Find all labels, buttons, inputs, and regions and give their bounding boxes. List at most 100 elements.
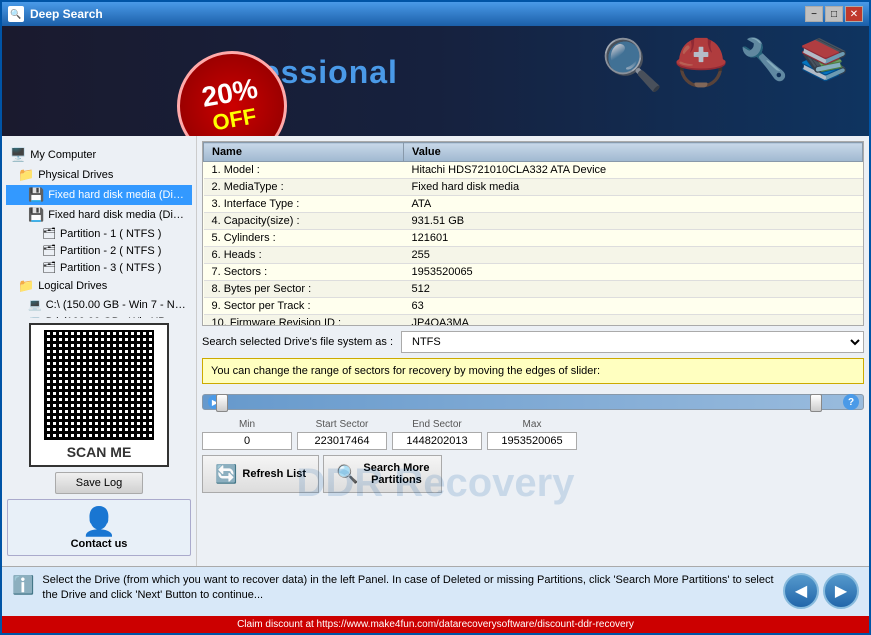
table-row: 10. Firmware Revision ID :JP4OA3MA — [204, 315, 863, 327]
left-panel: 🖥️ My Computer 📁 Physical Drives 💾 Fixed… — [2, 136, 197, 566]
cell-name: 1. Model : — [204, 162, 404, 179]
navigation-arrows: ◀ ▶ — [783, 573, 859, 609]
filesystem-select[interactable]: NTFSFAT32FAT16exFAT — [401, 331, 864, 353]
maximize-button[interactable]: □ — [825, 6, 843, 22]
table-row: 3. Interface Type :ATA — [204, 196, 863, 213]
titlebar-title: Deep Search — [30, 7, 805, 21]
cell-value: JP4OA3MA — [404, 315, 863, 327]
partition2-label: Partition - 2 ( NTFS ) — [60, 245, 161, 257]
cell-name: 9. Sector per Track : — [204, 298, 404, 315]
cell-name: 5. Cylinders : — [204, 230, 404, 247]
titlebar-icon: 🔍 — [8, 6, 24, 22]
tree-node-partition2[interactable]: 🗂 Partition - 2 ( NTFS ) — [6, 242, 192, 259]
sector-field-min: Min — [202, 419, 292, 450]
tree-node-partition1[interactable]: 🗂 Partition - 1 ( NTFS ) — [6, 225, 192, 242]
action-buttons: 🔄 Refresh List 🔍 Search More Partitions — [202, 455, 864, 493]
tree-node-disk0-label: Fixed hard disk media (Disk0 - 93 — [48, 189, 188, 201]
cell-name: 4. Capacity(size) : — [204, 213, 404, 230]
info-icon: ℹ️ — [12, 575, 34, 596]
start-sector-label: Start Sector — [316, 419, 369, 430]
min-input[interactable] — [202, 432, 292, 450]
minimize-button[interactable]: − — [805, 6, 823, 22]
status-bar: ℹ️ Select the Drive (from which you want… — [2, 566, 869, 616]
sector-range-info: You can change the range of sectors for … — [202, 358, 864, 384]
qr-code-box: SCAN ME — [29, 323, 169, 467]
forward-arrow-button[interactable]: ▶ — [823, 573, 859, 609]
filesystem-row: Search selected Drive's file system as :… — [202, 331, 864, 353]
header-banner: DRfessional & Mighty 20% OFF 🔍 ⛑️ 🔧 📚 — [2, 26, 869, 136]
back-arrow-button[interactable]: ◀ — [783, 573, 819, 609]
cell-value: 512 — [404, 281, 863, 298]
table-row: 6. Heads :255 — [204, 247, 863, 264]
slider-track[interactable]: ▶ — [202, 394, 864, 410]
cell-name: 7. Sectors : — [204, 264, 404, 281]
search-more-label: Search More Partitions — [363, 462, 429, 486]
cell-value: 121601 — [404, 230, 863, 247]
table-row: 5. Cylinders :121601 — [204, 230, 863, 247]
contact-us-label: Contact us — [71, 538, 128, 550]
max-label: Max — [523, 419, 542, 430]
info-table-wrapper[interactable]: Name Value 1. Model :Hitachi HDS721010CL… — [202, 141, 864, 326]
table-row: 1. Model :Hitachi HDS721010CLA332 ATA De… — [204, 162, 863, 179]
slider-info-button[interactable]: ? — [843, 394, 859, 410]
magnifier-icon: 🔍 — [601, 36, 663, 95]
cell-value: ATA — [404, 196, 863, 213]
tree-node-c[interactable]: 💻 C:\ (150.00 GB - Win 7 - NTFS) — [6, 296, 192, 313]
tree-node-partition3[interactable]: 🗂 Partition - 3 ( NTFS ) — [6, 259, 192, 276]
close-button[interactable]: ✕ — [845, 6, 863, 22]
tree-section-logical[interactable]: 📁 Logical Drives — [6, 276, 192, 296]
column-header-value: Value — [404, 143, 863, 162]
sector-range-text: You can change the range of sectors for … — [211, 365, 600, 377]
tree-root-mycomputer[interactable]: 🖥️ My Computer — [6, 145, 192, 165]
right-panel: Name Value 1. Model :Hitachi HDS721010CL… — [197, 136, 869, 566]
save-log-button[interactable]: Save Log — [55, 472, 143, 494]
cell-name: 8. Bytes per Sector : — [204, 281, 404, 298]
cell-name: 10. Firmware Revision ID : — [204, 315, 404, 327]
tree-section-physical[interactable]: 📁 Physical Drives — [6, 165, 192, 185]
table-row: 2. MediaType :Fixed hard disk media — [204, 179, 863, 196]
end-sector-label: End Sector — [412, 419, 461, 430]
helmet-icon: ⛑️ — [673, 36, 729, 95]
logical-drives-label: Logical Drives — [38, 280, 107, 292]
qr-code-image — [44, 330, 154, 440]
contact-us-box[interactable]: 👤 Contact us — [7, 499, 191, 556]
file-tree[interactable]: 🖥️ My Computer 📁 Physical Drives 💾 Fixed… — [2, 141, 196, 318]
refresh-list-label: Refresh List — [242, 468, 306, 480]
physical-drives-label: Physical Drives — [38, 169, 113, 181]
cell-value: 1953520065 — [404, 264, 863, 281]
info-table: Name Value 1. Model :Hitachi HDS721010CL… — [203, 142, 863, 326]
cell-value: Hitachi HDS721010CLA332 ATA Device — [404, 162, 863, 179]
titlebar-buttons: − □ ✕ — [805, 6, 863, 22]
tree-node-disk0[interactable]: 💾 Fixed hard disk media (Disk0 - 93 — [6, 185, 192, 205]
sector-slider-area: ▶ ? — [202, 394, 864, 410]
status-text: Select the Drive (from which you want to… — [42, 573, 775, 604]
max-input[interactable] — [487, 432, 577, 450]
min-label: Min — [239, 419, 255, 430]
partition1-label: Partition - 1 ( NTFS ) — [60, 228, 161, 240]
partition3-label: Partition - 3 ( NTFS ) — [60, 262, 161, 274]
search-more-icon: 🔍 — [336, 464, 358, 485]
left-panel-bottom: SCAN ME Save Log 👤 Contact us — [2, 318, 196, 561]
sector-fields: Min Start Sector End Sector Max — [202, 419, 864, 450]
sector-field-start: Start Sector — [297, 419, 387, 450]
cell-name: 6. Heads : — [204, 247, 404, 264]
cell-name: 3. Interface Type : — [204, 196, 404, 213]
search-more-button[interactable]: 🔍 Search More Partitions — [323, 455, 442, 493]
slider-handle-right[interactable] — [810, 394, 822, 412]
end-sector-input[interactable] — [392, 432, 482, 450]
titlebar: 🔍 Deep Search − □ ✕ — [2, 2, 869, 26]
tree-node-disk1[interactable]: 💾 Fixed hard disk media (Disk1 - 2.. — [6, 205, 192, 225]
cell-value: Fixed hard disk media — [404, 179, 863, 196]
contact-person-icon: 👤 — [82, 505, 117, 538]
promo-text: Claim discount at https://www.make4fun.c… — [237, 619, 634, 630]
refresh-list-button[interactable]: 🔄 Refresh List — [202, 455, 319, 493]
refresh-icon: 🔄 — [215, 464, 237, 485]
cell-value: 63 — [404, 298, 863, 315]
header-tools: 🔍 ⛑️ 🔧 📚 — [601, 36, 849, 95]
wrench-icon: 🔧 — [739, 36, 789, 95]
column-header-name: Name — [204, 143, 404, 162]
tree-root-label: My Computer — [30, 149, 96, 161]
slider-handle-left[interactable] — [216, 394, 228, 412]
main-window: 🔍 Deep Search − □ ✕ DRfessional & Mighty… — [0, 0, 871, 635]
start-sector-input[interactable] — [297, 432, 387, 450]
